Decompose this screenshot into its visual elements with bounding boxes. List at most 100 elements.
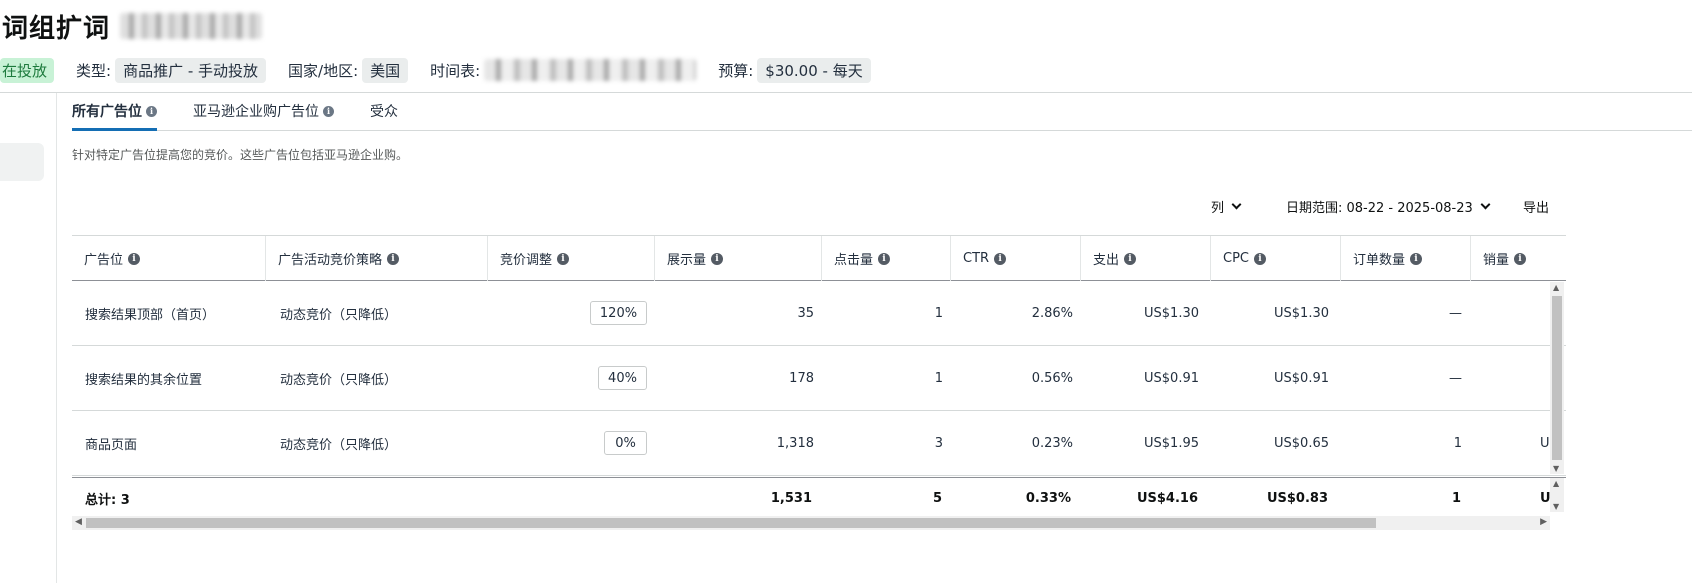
meta-country: 国家/地区: 美国	[288, 57, 409, 83]
tab-label: 受众	[370, 104, 398, 120]
header-spend[interactable]: 支出 i	[1081, 236, 1211, 281]
placement-cell: 搜索结果顶部（首页）	[85, 307, 216, 323]
header-label: 销量	[1483, 253, 1510, 268]
info-icon[interactable]: i	[1514, 252, 1527, 265]
columns-label: 列	[1211, 200, 1225, 216]
info-icon[interactable]: i	[323, 105, 334, 117]
info-icon[interactable]: i	[878, 252, 891, 265]
impressions-cell: 178	[789, 370, 814, 386]
clicks-cell: 1	[934, 305, 943, 321]
total-impressions: 1,531	[770, 490, 812, 506]
info-icon[interactable]: i	[1410, 252, 1423, 265]
clicks-cell: 3	[934, 435, 943, 451]
total-clicks: 5	[932, 490, 942, 506]
campaign-meta: 在投放 类型: 商品推广 - 手动投放 国家/地区: 美国 时间表: 预算: $…	[0, 56, 893, 84]
strategy-cell: 动态竞价（只降低）	[280, 437, 398, 453]
header-sales[interactable]: 销量 i	[1471, 236, 1566, 281]
tab-all-placements[interactable]: 所有广告位 i	[72, 92, 157, 131]
header-label: 订单数量	[1353, 253, 1406, 268]
spend-cell: US$1.30	[1144, 305, 1199, 321]
date-range-label: 日期范围: 08-22 - 2025-08-23	[1286, 200, 1473, 216]
info-icon[interactable]: i	[711, 252, 724, 265]
sales-cell: U	[1540, 435, 1550, 451]
placement-cell: 搜索结果的其余位置	[85, 372, 203, 388]
orders-cell: —	[1449, 370, 1462, 386]
ctr-cell: 0.23%	[1031, 435, 1073, 451]
info-icon[interactable]: i	[557, 252, 570, 265]
header-ctr[interactable]: CTR i	[951, 236, 1081, 281]
table-vertical-scrollbar[interactable]: ▲ ▼	[1550, 282, 1564, 474]
table-row: 搜索结果顶部（首页） 动态竞价（只降低） 120% 35 1 2.86% US$…	[72, 281, 1566, 346]
page-title: 词组扩词	[2, 13, 111, 44]
info-icon[interactable]: i	[146, 105, 157, 117]
placements-table: 广告位 i 广告活动竞价策略 i 竞价调整 i 展示量 i 点击量 i CTR i 支出 i …	[72, 235, 1566, 517]
columns-dropdown[interactable]: 列	[1211, 196, 1242, 216]
tab-description: 针对特定广告位提高您的竞价。这些广告位包括亚马逊企业购。	[72, 148, 409, 162]
redacted-campaign-name	[120, 13, 263, 39]
orders-cell: 1	[1453, 435, 1462, 451]
tab-label: 所有广告位	[72, 104, 142, 120]
header-label: CTR	[963, 251, 990, 266]
type-label: 类型:	[76, 61, 112, 80]
placement-cell: 商品页面	[85, 437, 138, 453]
title-row: 词组扩词	[0, 6, 263, 46]
placement-tabs: 所有广告位 i 亚马逊企业购广告位 i 受众	[72, 93, 1692, 131]
total-vertical-scrollbar[interactable]: ▲ ▼	[1550, 478, 1564, 512]
scroll-up-arrow-icon[interactable]: ▲	[1553, 283, 1559, 292]
type-value: 商品推广 - 手动投放	[115, 57, 267, 83]
schedule-label: 时间表:	[430, 61, 481, 80]
export-label: 导出	[1523, 200, 1550, 216]
header-clicks[interactable]: 点击量 i	[822, 236, 951, 281]
impressions-cell: 1,318	[776, 435, 814, 451]
country-value: 美国	[362, 57, 409, 83]
header-label: 竞价调整	[500, 253, 553, 268]
redacted-schedule	[484, 59, 697, 81]
scroll-left-arrow-icon[interactable]: ◀	[75, 517, 82, 527]
info-icon[interactable]: i	[1124, 252, 1137, 265]
tab-business-placements[interactable]: 亚马逊企业购广告位 i	[193, 92, 334, 130]
spend-cell: US$0.91	[1144, 370, 1199, 386]
scroll-right-arrow-icon[interactable]: ▶	[1540, 517, 1547, 527]
bid-adjustment-input[interactable]: 120%	[590, 301, 647, 325]
header-placement[interactable]: 广告位 i	[72, 236, 266, 281]
impressions-cell: 35	[797, 305, 814, 321]
scrollbar-thumb[interactable]	[86, 518, 1376, 528]
orders-cell: —	[1449, 305, 1462, 321]
bid-adjustment-input[interactable]: 40%	[598, 366, 647, 390]
cpc-cell: US$1.30	[1274, 305, 1329, 321]
export-button[interactable]: 导出	[1523, 196, 1549, 216]
bid-adjustment-input[interactable]: 0%	[604, 431, 647, 455]
spend-cell: US$1.95	[1144, 435, 1199, 451]
header-label: 点击量	[834, 253, 874, 268]
header-label: 广告位	[84, 253, 124, 268]
scroll-down-arrow-icon[interactable]: ▼	[1553, 464, 1559, 473]
header-cpc[interactable]: CPC i	[1211, 236, 1341, 281]
header-impressions[interactable]: 展示量 i	[655, 236, 822, 281]
total-spend: US$4.16	[1136, 490, 1198, 506]
scroll-up-arrow-icon[interactable]: ▲	[1553, 479, 1559, 488]
header-bid-adjustment[interactable]: 竞价调整 i	[488, 236, 655, 281]
ctr-cell: 2.86%	[1031, 305, 1073, 321]
table-horizontal-scrollbar[interactable]: ◀ ▶	[72, 516, 1550, 530]
scroll-down-arrow-icon[interactable]: ▼	[1553, 502, 1559, 511]
header-strategy[interactable]: 广告活动竞价策略 i	[266, 236, 488, 281]
meta-budget: 预算: $30.00 - 每天	[718, 57, 871, 83]
table-header: 广告位 i 广告活动竞价策略 i 竞价调整 i 展示量 i 点击量 i CTR i 支出 i …	[72, 235, 1566, 281]
left-rail-item[interactable]	[0, 143, 44, 181]
meta-schedule: 时间表:	[430, 59, 697, 81]
date-range-dropdown[interactable]: 日期范围: 08-22 - 2025-08-23	[1286, 196, 1491, 216]
header-label: CPC	[1223, 251, 1249, 266]
table-row: 搜索结果的其余位置 动态竞价（只降低） 40% 178 1 0.56% US$0…	[72, 346, 1566, 411]
status-badge: 在投放	[0, 57, 55, 83]
info-icon[interactable]: i	[387, 252, 400, 265]
info-icon[interactable]: i	[1254, 252, 1266, 265]
budget-value: $30.00 - 每天	[757, 57, 871, 83]
total-sales: U	[1540, 490, 1551, 506]
scrollbar-thumb[interactable]	[1552, 296, 1562, 460]
info-icon[interactable]: i	[994, 252, 1007, 265]
total-cpc: US$0.83	[1266, 490, 1328, 506]
header-orders[interactable]: 订单数量 i	[1341, 236, 1471, 281]
strategy-cell: 动态竞价（只降低）	[280, 307, 398, 323]
tab-audience[interactable]: 受众	[370, 92, 398, 130]
info-icon[interactable]: i	[128, 252, 141, 265]
